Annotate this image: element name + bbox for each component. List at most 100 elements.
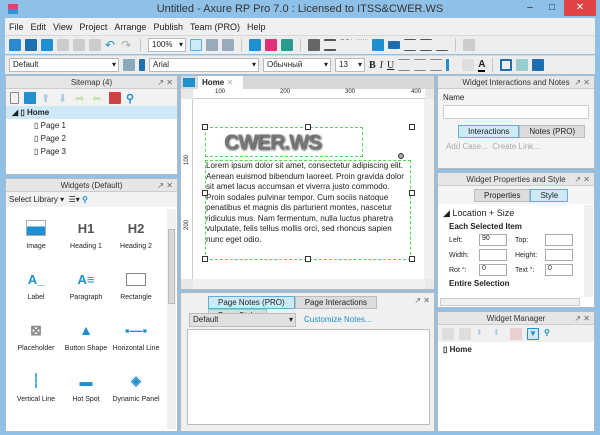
width-input[interactable] [479, 249, 507, 261]
undo-icon[interactable]: ↶ [105, 39, 117, 51]
add-page-icon[interactable] [10, 91, 19, 104]
menu-team[interactable]: Team (PRO) [190, 22, 240, 32]
cut-icon[interactable] [57, 39, 69, 51]
select-contained-icon[interactable] [206, 39, 218, 51]
widget-label[interactable]: A_ Label [11, 268, 61, 302]
panel-close-icon[interactable]: ↗ ✕ [574, 173, 590, 186]
bold-button[interactable]: B [369, 60, 376, 71]
arrow-style-icon[interactable] [356, 39, 368, 51]
widget-button-shape[interactable]: ▲ Button Shape [61, 319, 111, 352]
search-icon[interactable]: ⚲ [126, 92, 138, 105]
sitemap-item-page-1[interactable]: ▯ Page 1 [6, 119, 177, 132]
menu-file[interactable]: File [9, 22, 24, 32]
create-link-link[interactable]: Create Link... [492, 142, 540, 151]
location-size-section[interactable]: ◢ Location + Size [438, 204, 594, 219]
edit-style-icon[interactable] [123, 59, 135, 71]
font-size-select[interactable]: 13 [335, 58, 365, 72]
save-icon[interactable] [41, 39, 53, 51]
outdent-icon[interactable]: ⬅ [92, 92, 104, 105]
search-icon[interactable]: ⚲ [82, 195, 88, 204]
cwer-logo-image[interactable]: CWER.WS [205, 127, 363, 157]
font-select[interactable]: Arial [149, 58, 259, 72]
notes-dropdown[interactable]: Default [189, 312, 296, 327]
menu-view[interactable]: View [53, 22, 72, 32]
widget-image[interactable]: Image [11, 217, 61, 250]
customize-notes-link[interactable]: Customize Notes... [304, 315, 372, 324]
select-intersected-icon[interactable] [190, 39, 202, 51]
group-icon[interactable] [500, 59, 513, 71]
canvas-hscroll[interactable] [193, 279, 425, 289]
panel-close-icon[interactable]: ↗ ✕ [414, 296, 430, 305]
share-icon[interactable] [265, 39, 277, 51]
italic-button[interactable]: I [380, 60, 383, 71]
bring-front-icon[interactable] [532, 59, 545, 71]
add-case-link[interactable]: Add Case... [446, 142, 488, 151]
connector-icon[interactable] [222, 39, 234, 51]
ungroup-icon[interactable] [516, 59, 529, 71]
widget-paragraph[interactable]: A≡ Paragraph [61, 268, 111, 302]
zoom-select[interactable]: 100% [148, 38, 186, 52]
design-canvas[interactable]: CWER.WS Lorem ipsum dolor sit amet, cons… [193, 99, 425, 279]
rotate-handle[interactable] [398, 153, 404, 159]
panel-close-icon[interactable]: ↗ ✕ [157, 179, 173, 192]
widgets-scrollbar[interactable] [167, 209, 176, 429]
sitemap-item-home[interactable]: ◢ ▯ Home [6, 106, 177, 119]
canvas-vscroll[interactable] [424, 99, 434, 279]
minimize-button[interactable]: – [520, 0, 540, 16]
delete-icon[interactable] [510, 327, 522, 340]
new-icon[interactable] [9, 39, 21, 51]
indent-icon[interactable]: ➡ [75, 92, 87, 105]
delete-page-icon[interactable] [109, 91, 121, 104]
line-style-icon[interactable] [340, 39, 352, 51]
align-middle-icon[interactable] [420, 39, 432, 51]
menu-arrange[interactable]: Arrange [114, 22, 146, 32]
line-weight-icon[interactable] [324, 39, 336, 51]
group-icon[interactable] [442, 327, 454, 340]
preview-icon[interactable] [249, 39, 261, 51]
menu-project[interactable]: Project [79, 22, 107, 32]
align-right-icon[interactable] [430, 59, 443, 71]
properties-hscroll[interactable] [440, 298, 580, 306]
height-input[interactable] [545, 249, 573, 261]
tab-properties[interactable]: Properties [474, 189, 531, 202]
widget-heading-2[interactable]: H2 Heading 2 [111, 217, 161, 251]
rotation-input[interactable]: 0 [479, 264, 507, 276]
name-input[interactable] [443, 105, 589, 119]
tab-page-interactions[interactable]: Page Interactions [294, 296, 377, 309]
tab-page-notes[interactable]: Page Notes (PRO) [208, 296, 295, 309]
widget-horizontal-line[interactable]: ▪—▪ Horizontal Line [111, 319, 161, 353]
menu-publish[interactable]: Publish [153, 22, 183, 32]
sitemap-item-page-3[interactable]: ▯ Page 3 [6, 145, 177, 158]
font-style-select[interactable]: Обычный [263, 58, 331, 72]
text-rotation-input[interactable]: 0 [545, 264, 573, 276]
left-input[interactable]: 90 [479, 234, 507, 246]
widget-vertical-line[interactable]: ┆ Vertical Line [11, 370, 61, 403]
panel-close-icon[interactable]: ↗ ✕ [574, 76, 590, 89]
close-tab-icon[interactable]: ✕ [226, 78, 233, 87]
border-color-icon[interactable] [372, 39, 384, 51]
properties-vscroll[interactable] [584, 205, 593, 297]
style-select[interactable]: Default [9, 58, 119, 72]
paste-icon[interactable] [89, 39, 101, 51]
paragraph-widget[interactable]: Lorem ipsum dolor sit amet, consectetur … [205, 160, 411, 260]
widget-placeholder[interactable]: ⊠ Placeholder [11, 319, 61, 353]
import-icon[interactable] [463, 39, 475, 51]
duplicate-icon[interactable] [459, 327, 471, 340]
notes-textarea[interactable] [187, 329, 430, 425]
text-color-button[interactable]: A [478, 59, 486, 72]
tab-home[interactable]: Home ✕ [198, 76, 243, 89]
search-icon[interactable]: ⚲ [544, 328, 556, 340]
sitemap-item-page-2[interactable]: ▯ Page 2 [6, 132, 177, 145]
move-up-icon[interactable]: ⬆ [41, 92, 53, 105]
shadow-icon[interactable] [388, 41, 400, 49]
widget-dynamic-panel[interactable]: ◈ Dynamic Panel [111, 370, 161, 403]
copy-icon[interactable] [73, 39, 85, 51]
link-icon[interactable] [462, 59, 475, 71]
select-library-dropdown[interactable]: Select Library [9, 195, 58, 204]
top-input[interactable] [545, 234, 573, 246]
widget-heading-1[interactable]: H1 Heading 1 [61, 217, 111, 251]
bullets-icon[interactable] [446, 59, 458, 71]
menu-help[interactable]: Help [247, 22, 266, 32]
widget-rectangle[interactable]: Rectangle [111, 268, 161, 301]
redo-icon[interactable]: ↷ [121, 39, 133, 51]
